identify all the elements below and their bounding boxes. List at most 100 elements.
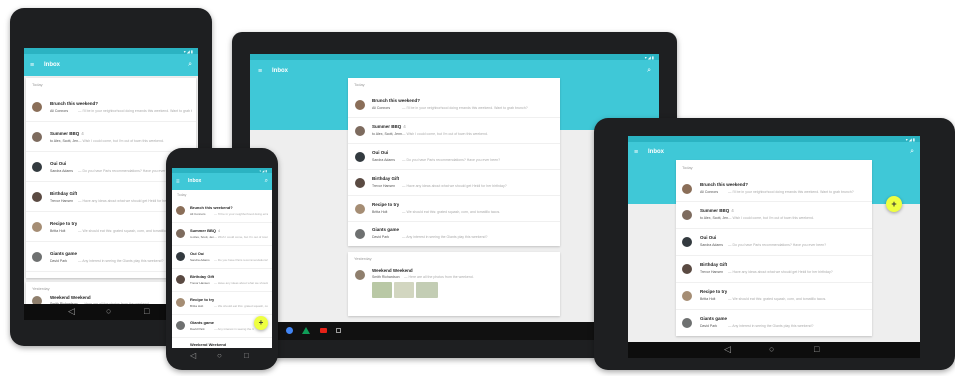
email-sender: to Alex, Scott, Jennifer (372, 132, 402, 136)
navigation-bar: ◁ ○ □ (172, 348, 272, 366)
email-subject: Giants game (372, 227, 400, 232)
email-subject: Recipe to try (190, 297, 215, 302)
email-sender: Sandra Adams (372, 158, 395, 162)
email-sender: David Park (50, 259, 68, 263)
email-subject: Weekend Weekend (50, 295, 91, 300)
email-snippet: — Wish I could come, but I'm out of town… (78, 139, 164, 143)
email-subject: Giants game (50, 251, 78, 256)
search-icon[interactable]: ⌕ (910, 148, 914, 155)
email-sender: Britta Holt (50, 229, 66, 233)
search-icon[interactable]: ⌕ (188, 61, 192, 68)
avatar (176, 206, 185, 215)
email-subject: Birthday Gift (700, 262, 728, 267)
drive-icon[interactable] (302, 327, 310, 334)
photo-thumbnail[interactable] (372, 282, 392, 298)
email-item[interactable]: Giants game David Park — Any interest in… (348, 222, 560, 246)
back-button[interactable]: ◁ (724, 345, 731, 354)
email-sender: David Park (372, 235, 390, 239)
email-snippet: — Have any ideas about what we should ge… (402, 184, 507, 188)
avatar (176, 229, 185, 238)
email-sender: Sandra Adams (190, 258, 210, 262)
email-item[interactable]: Weekend Weekend Smith Richardson — Here … (348, 264, 560, 316)
back-button[interactable]: ◁ (68, 307, 75, 316)
email-item[interactable]: Brunch this weekend? Ali Connors — I'll … (348, 92, 560, 118)
avatar (355, 126, 365, 136)
section-label-today: Today (32, 82, 43, 87)
home-button[interactable]: ○ (106, 307, 111, 316)
avatar (32, 222, 42, 232)
email-item[interactable]: Oui Oui Sandra Adams — Do you have Paris… (348, 144, 560, 170)
email-item[interactable]: Brunch this weekend? Ali Connors — I'll … (676, 176, 872, 202)
avatar (355, 229, 365, 239)
email-item[interactable]: Giants game David Park — Any interest in… (676, 310, 872, 336)
email-sender: David Park (190, 327, 205, 331)
email-item[interactable]: Summer BBQ4 to Alex, Scott, Jennifer — W… (676, 202, 872, 229)
search-icon[interactable]: ⌕ (647, 67, 651, 74)
app-bar: ≡ Inbox ⌕ (24, 54, 198, 76)
photo-thumbnail[interactable] (394, 282, 414, 298)
email-item[interactable]: Brunch this weekend? Ali Connors — I'll … (26, 92, 196, 122)
search-icon[interactable]: ⌕ (265, 178, 268, 184)
email-item[interactable]: Oui Oui Sandra Adams — Do you have Paris… (172, 246, 272, 269)
email-item[interactable]: Summer BBQ4 to Alex, Scott, Jennifer — W… (26, 122, 196, 152)
menu-icon[interactable]: ≡ (30, 62, 34, 69)
menu-icon[interactable]: ≡ (258, 68, 262, 75)
chrome-icon[interactable] (286, 327, 293, 334)
email-item[interactable]: Birthday Gift Trevor Hansen — Have any i… (676, 256, 872, 283)
email-sender: Smith Richardson (372, 275, 400, 279)
apps-icon[interactable] (336, 328, 341, 333)
recents-button[interactable]: □ (814, 345, 819, 354)
email-item[interactable]: Recipe to try Britta Holt — We should ea… (348, 196, 560, 222)
section-label-today: Today (354, 82, 365, 87)
email-sender: Trevor Hansen (372, 184, 396, 188)
email-sender: Trevor Hansen (700, 270, 724, 274)
compose-fab-button[interactable]: + (254, 316, 268, 330)
home-button[interactable]: ○ (217, 352, 222, 360)
email-subject: Summer BBQ 4 (372, 124, 406, 129)
email-item[interactable]: Recipe to try Britta Holt — We should ea… (676, 283, 872, 310)
email-sender: Ali Connors (190, 212, 206, 216)
email-subject: Oui Oui (372, 150, 389, 155)
app-title: Inbox (272, 68, 288, 74)
back-button[interactable]: ◁ (190, 352, 196, 360)
email-item[interactable]: Birthday Gift Trevor Hansen — Have any i… (348, 170, 560, 196)
email-snippet: — We should eat this: grated squash, cor… (402, 210, 501, 214)
avatar (682, 264, 692, 274)
youtube-icon[interactable] (320, 328, 327, 333)
email-subject: Summer BBQ 4 (700, 208, 734, 213)
email-subject: Recipe to try (50, 221, 78, 226)
avatar (682, 318, 692, 328)
avatar (176, 298, 185, 307)
email-sender: Trevor Hansen (190, 281, 210, 285)
menu-icon[interactable]: ≡ (634, 149, 638, 156)
app-title: Inbox (188, 178, 202, 184)
email-item[interactable]: Oui Oui Sandra Adams — Do you have Paris… (676, 229, 872, 256)
home-button[interactable]: ○ (769, 345, 774, 354)
email-snippet: — Wish I could come, but I'm out of town… (214, 235, 268, 239)
avatar (355, 152, 365, 162)
email-sender: Ali Connors (700, 190, 719, 194)
recents-button[interactable]: □ (244, 352, 249, 360)
email-subject: Giants game (190, 320, 215, 325)
email-snippet: — We should eat this: grated squash, cor… (214, 304, 268, 308)
email-snippet: — Have any ideas about what we should ge… (728, 270, 833, 274)
menu-icon[interactable]: ≡ (176, 179, 180, 185)
email-subject: Oui Oui (700, 235, 717, 240)
email-item[interactable]: Recipe to try Britta Holt — We should ea… (172, 292, 272, 315)
avatar (32, 132, 42, 142)
email-item[interactable]: Brunch this weekend? Ali Connors — I'll … (172, 200, 272, 223)
email-subject: Giants game (700, 316, 728, 321)
email-sender: Trevor Hansen (50, 199, 74, 203)
avatar (32, 252, 42, 262)
photo-thumbnail[interactable] (416, 282, 438, 298)
email-item[interactable]: Summer BBQ4 to Alex, Scott, Jennifer — W… (348, 118, 560, 144)
email-item[interactable]: Birthday Gift Trevor Hansen — Have any i… (172, 269, 272, 292)
app-title: Inbox (44, 62, 60, 68)
email-snippet: — I'll be in your neighborhood doing err… (728, 190, 854, 194)
email-snippet: — Do you have Paris recommendations? Hav… (214, 258, 268, 262)
avatar (355, 270, 365, 280)
email-subject: Brunch this weekend? (50, 101, 99, 106)
email-item[interactable]: Summer BBQ4 to Alex, Scott, Jennifer — W… (172, 223, 272, 246)
compose-fab-button[interactable]: + (886, 196, 902, 212)
recents-button[interactable]: □ (144, 307, 149, 316)
